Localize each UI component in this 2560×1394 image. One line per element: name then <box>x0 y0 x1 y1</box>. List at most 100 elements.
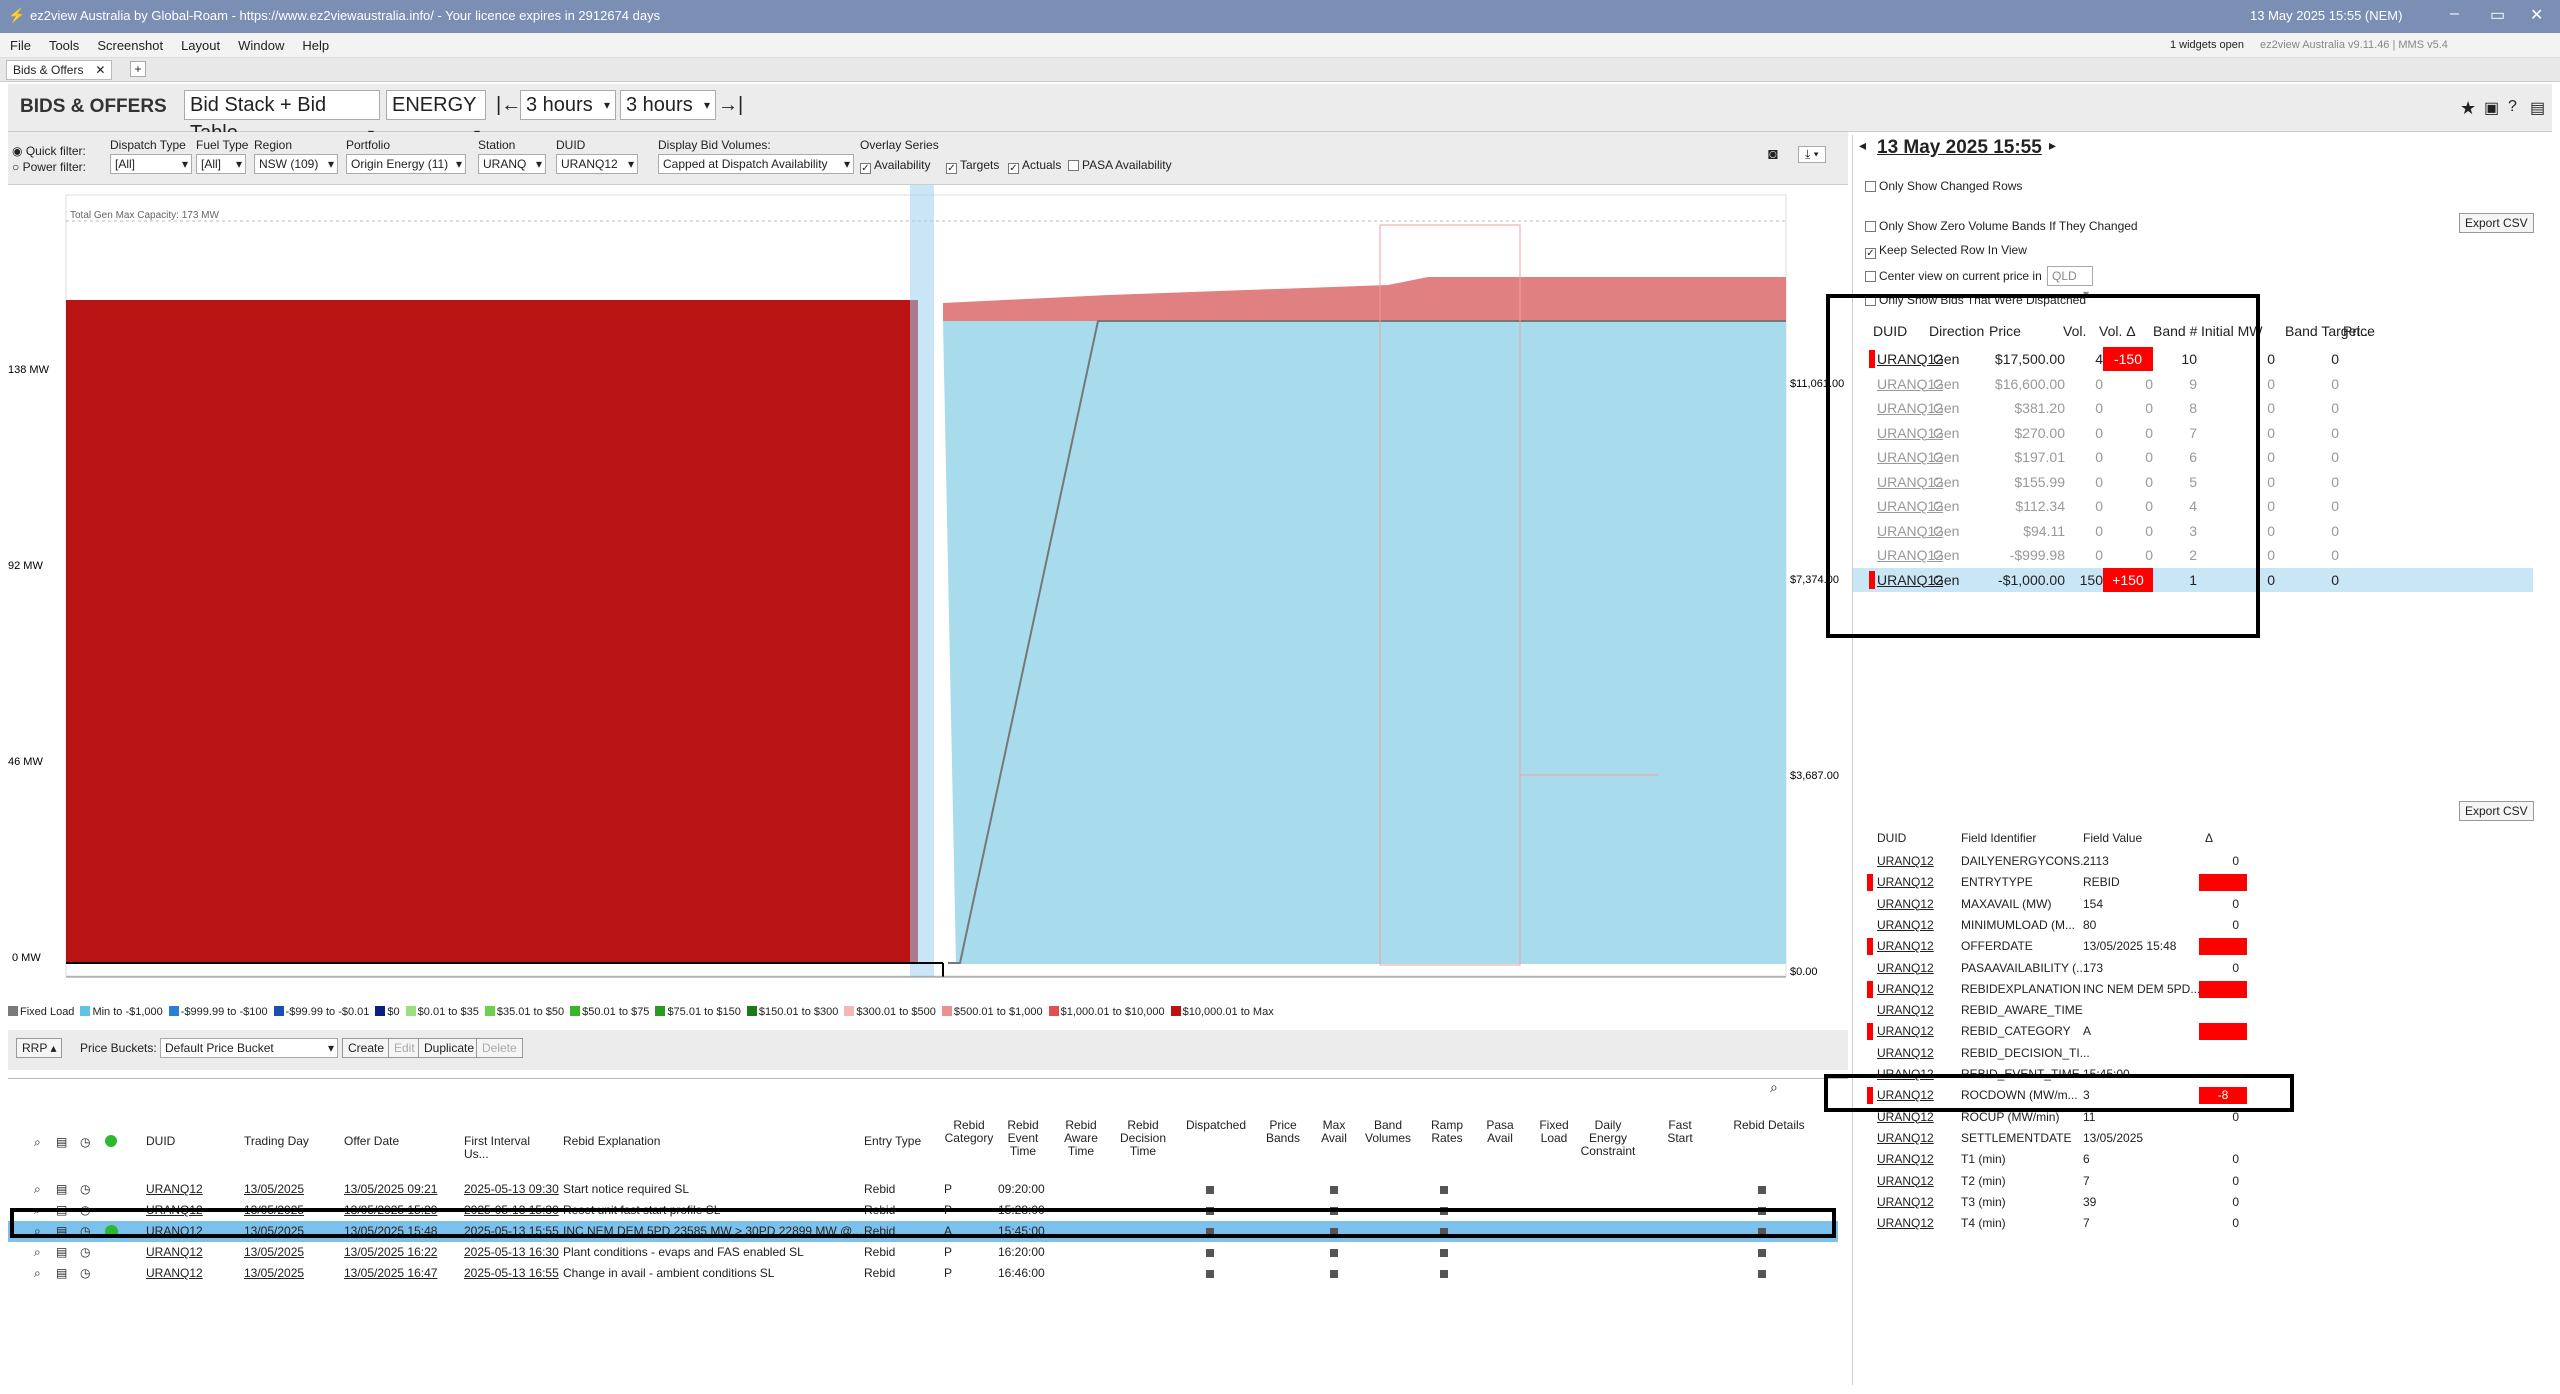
field-duid[interactable]: URANQ12 <box>1877 872 1934 893</box>
menu-layout[interactable]: Layout <box>181 33 220 58</box>
table-row[interactable]: ⌕ ▤ ◷ URANQ12 13/05/2025 13/05/2025 09:21 2025… <box>8 1179 1838 1200</box>
menu-tools[interactable]: Tools <box>49 33 79 58</box>
cell-offer[interactable]: 13/05/2025 16:47 <box>344 1263 437 1284</box>
maximize-icon[interactable]: ▭ <box>2490 5 2505 25</box>
column-header[interactable]: Price Bands <box>1258 1119 1308 1145</box>
menu-file[interactable]: File <box>10 33 31 58</box>
step-back-icon[interactable]: |← <box>496 94 521 117</box>
field-row[interactable]: URANQ12 REBID_AWARE_TIME <box>1853 1000 2533 1021</box>
field-row[interactable]: URANQ12 REBIDEXPLANATION INC NEM DEM 5PD..… <box>1853 979 2533 1000</box>
station-select[interactable]: URANQ <box>478 154 546 174</box>
keep-selected-row[interactable]: ✓ Keep Selected Row In View <box>1865 243 2027 259</box>
pasa-checkbox[interactable]: PASA Availability <box>1068 158 1172 172</box>
clock[interactable]: 13 May 2025 15:55 (NEM) <box>2250 8 2402 23</box>
field-row[interactable]: URANQ12 DAILYENERGYCONS... 2113 0 <box>1853 851 2533 872</box>
table-row[interactable]: ⌕ ▤ ◷ URANQ12 13/05/2025 13/05/2025 16:47 2025… <box>8 1263 1838 1284</box>
cell-first[interactable]: 2025-05-13 09:30 <box>464 1179 559 1200</box>
field-row[interactable]: URANQ12 T3 (min) 39 0 <box>1853 1192 2533 1213</box>
field-duid[interactable]: URANQ12 <box>1877 894 1934 915</box>
market-select[interactable]: ENERGY <box>386 90 486 147</box>
only-zero-volume[interactable]: Only Show Zero Volume Bands If They Chan… <box>1865 219 2138 233</box>
download-icon[interactable]: ⤓ ▾ <box>1798 146 1826 163</box>
zoom-icon[interactable]: ⌕ <box>34 1179 41 1200</box>
clock-icon[interactable]: ◷ <box>80 1242 90 1263</box>
field-row[interactable]: URANQ12 PASAAVAILABILITY (... 173 0 <box>1853 958 2533 979</box>
field-duid[interactable]: URANQ12 <box>1877 1171 1934 1192</box>
quick-filter-radio[interactable]: ◉ Quick filter: <box>12 144 86 158</box>
column-header[interactable]: Trading Day <box>244 1135 334 1148</box>
duid-select[interactable]: URANQ12 <box>556 154 638 174</box>
field-duid[interactable]: URANQ12 <box>1877 936 1934 957</box>
clock-icon[interactable]: ◷ <box>80 1179 90 1200</box>
dispatch-type-select[interactable]: [All] <box>110 154 192 174</box>
column-header[interactable]: Fixed Load <box>1534 1119 1574 1145</box>
next-date-icon[interactable]: ▸ <box>2049 137 2056 154</box>
cell-offer[interactable]: 13/05/2025 16:22 <box>344 1242 437 1263</box>
field-row[interactable]: URANQ12 MAXAVAIL (MW) 154 0 <box>1853 894 2533 915</box>
add-tab-icon[interactable]: + <box>130 61 146 77</box>
fuel-type-select[interactable]: [All] <box>196 154 246 174</box>
only-changed-rows[interactable]: Only Show Changed Rows <box>1865 179 2022 193</box>
column-header[interactable]: Rebid Aware Time <box>1056 1119 1106 1158</box>
menu-window[interactable]: Window <box>238 33 284 58</box>
column-header[interactable]: Max Avail <box>1314 1119 1354 1145</box>
cell-day[interactable]: 13/05/2025 <box>244 1179 304 1200</box>
field-row[interactable]: URANQ12 T2 (min) 7 0 <box>1853 1171 2533 1192</box>
close-tab-icon[interactable]: ✕ <box>95 61 105 79</box>
cell-first[interactable]: 2025-05-13 16:30 <box>464 1242 559 1263</box>
power-filter-radio[interactable]: ○ Power filter: <box>12 160 86 174</box>
column-header[interactable]: Offer Date <box>344 1135 454 1148</box>
rebid-details-icon[interactable] <box>1758 1186 1766 1194</box>
field-row[interactable]: URANQ12 MINIMUMLOAD (M... 80 0 <box>1853 915 2533 936</box>
star-icon[interactable]: ★ <box>2460 98 2476 119</box>
region-select[interactable]: NSW (109) <box>254 154 338 174</box>
field-duid[interactable]: URANQ12 <box>1877 1192 1934 1213</box>
column-header[interactable]: Band Volumes <box>1358 1119 1418 1145</box>
cell-duid[interactable]: URANQ12 <box>146 1242 203 1263</box>
column-header[interactable]: Daily Energy Constraint <box>1578 1119 1638 1158</box>
table-icon[interactable]: ▤ <box>56 1179 67 1200</box>
rebid-details-icon[interactable] <box>1758 1270 1766 1278</box>
edit-button[interactable]: Edit <box>388 1038 421 1058</box>
delete-button[interactable]: Delete <box>476 1038 523 1058</box>
menu-screenshot[interactable]: Screenshot <box>97 33 163 58</box>
cell-duid[interactable]: URANQ12 <box>146 1263 203 1284</box>
column-header[interactable]: Rebid Explanation <box>563 1135 853 1148</box>
range-back-select[interactable]: 3 hours <box>520 90 616 120</box>
field-duid[interactable]: URANQ12 <box>1877 1000 1934 1021</box>
chat-icon[interactable]: ▤ <box>2530 98 2545 118</box>
field-duid[interactable]: URANQ12 <box>1877 915 1934 936</box>
cell-first[interactable]: 2025-05-13 16:55 <box>464 1263 559 1284</box>
menu-help[interactable]: Help <box>302 33 329 58</box>
column-header[interactable]: First Interval Us... <box>464 1135 554 1161</box>
targets-checkbox[interactable]: ✓ Targets <box>946 158 999 174</box>
actuals-checkbox[interactable]: ✓ Actuals <box>1008 158 1061 174</box>
field-row[interactable]: URANQ12 ENTRYTYPE REBID <box>1853 872 2533 893</box>
rrp-button[interactable]: RRP ▴ <box>16 1038 63 1058</box>
fields-column-header[interactable]: Field Value <box>2083 831 2142 845</box>
minimize-icon[interactable]: – <box>2450 5 2459 23</box>
date-display[interactable]: 13 May 2025 15:55 <box>1877 137 2042 159</box>
column-header[interactable]: Fast Start <box>1660 1119 1700 1145</box>
column-header[interactable]: Rebid Decision Time <box>1118 1119 1168 1158</box>
camera-icon[interactable]: ▣ <box>2484 98 2499 118</box>
table-icon[interactable]: ▤ <box>56 1242 67 1263</box>
field-row[interactable]: URANQ12 SETTLEMENTDATE 13/05/2025 <box>1853 1128 2533 1149</box>
tab-bids-offers[interactable]: Bids & Offers ✕ <box>6 60 113 80</box>
cell-duid[interactable]: URANQ12 <box>146 1179 203 1200</box>
price-bucket-select[interactable]: Default Price Bucket <box>160 1038 338 1058</box>
field-duid[interactable]: URANQ12 <box>1877 1213 1934 1234</box>
close-icon[interactable]: ✕ <box>2530 5 2543 25</box>
column-header[interactable]: Ramp Rates <box>1422 1119 1472 1145</box>
duplicate-button[interactable]: Duplicate <box>418 1038 481 1058</box>
display-volumes-select[interactable]: Capped at Dispatch Availability <box>658 154 854 174</box>
table-icon[interactable]: ▤ <box>56 1263 67 1284</box>
search-icon[interactable]: ⌕ <box>1770 1079 1778 1096</box>
field-duid[interactable]: URANQ12 <box>1877 958 1934 979</box>
clock-icon[interactable]: ◷ <box>80 1263 90 1284</box>
field-duid[interactable]: URANQ12 <box>1877 979 1934 1000</box>
field-row[interactable]: URANQ12 REBID_CATEGORY A <box>1853 1021 2533 1042</box>
availability-checkbox[interactable]: ✓ Availability <box>860 158 930 174</box>
portfolio-select[interactable]: Origin Energy (11) <box>346 154 466 174</box>
fields-column-header[interactable]: Δ <box>2205 831 2213 845</box>
